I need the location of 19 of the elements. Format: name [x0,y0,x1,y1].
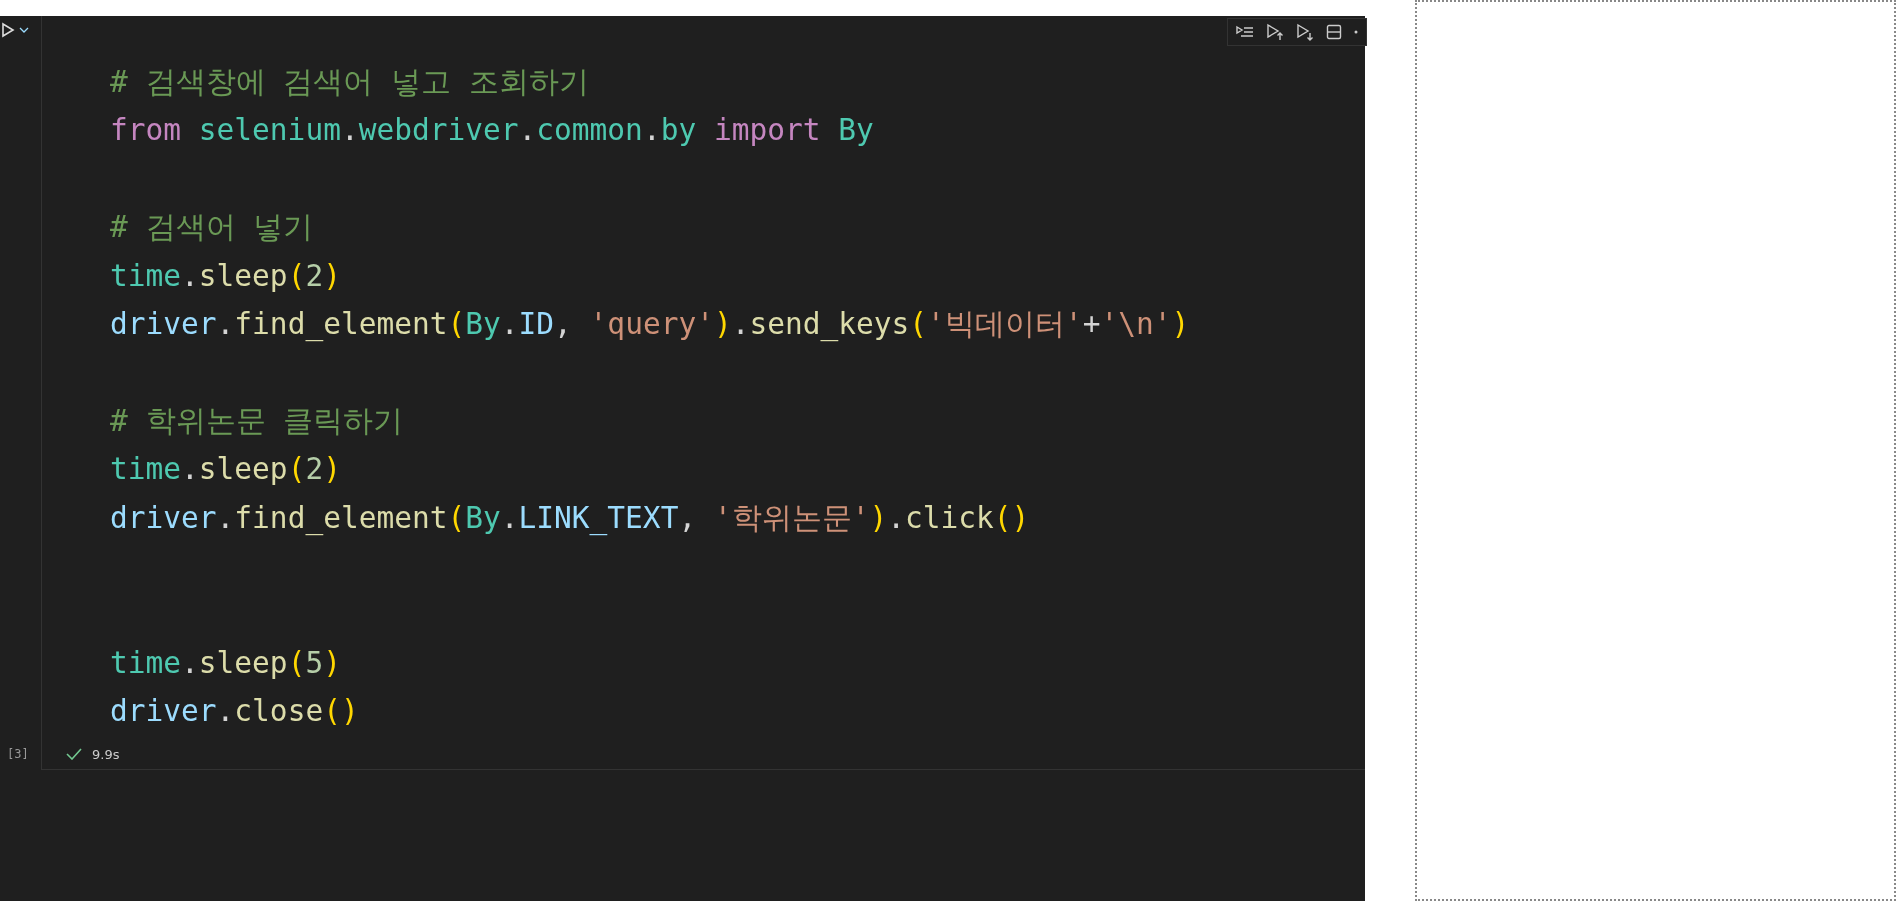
code-line: from selenium.webdriver.common.by import By [110,112,874,150]
chevron-down-icon[interactable] [19,27,29,33]
run-above-icon[interactable] [1266,23,1284,41]
code-line: driver.find_element(By.ID, 'query').send_keys('빅데이터'+'\n') [110,305,1190,344]
run-by-line-icon[interactable] [1236,24,1254,40]
code-line: driver.find_element(By.LINK_TEXT, '학위논문').click() [110,499,1030,538]
code-line: driver.close() [110,693,359,731]
execution-count: [3] [7,747,29,761]
run-duration: 9.9s [92,746,120,762]
more-icon[interactable] [1354,30,1358,34]
code-line: time.sleep(5) [110,644,341,682]
run-below-icon[interactable] [1296,23,1314,41]
code-comment: # 검색어 넣기 [110,209,314,247]
split-cell-icon[interactable] [1326,24,1342,40]
code-comment: # 검색창에 검색어 넣고 조회하기 [110,64,589,101]
run-icon[interactable] [1,22,15,38]
code-line: time.sleep(2) [110,451,341,489]
code-line: time.sleep(2) [110,257,341,295]
code-comment: # 학위논문 클릭하기 [110,402,404,440]
